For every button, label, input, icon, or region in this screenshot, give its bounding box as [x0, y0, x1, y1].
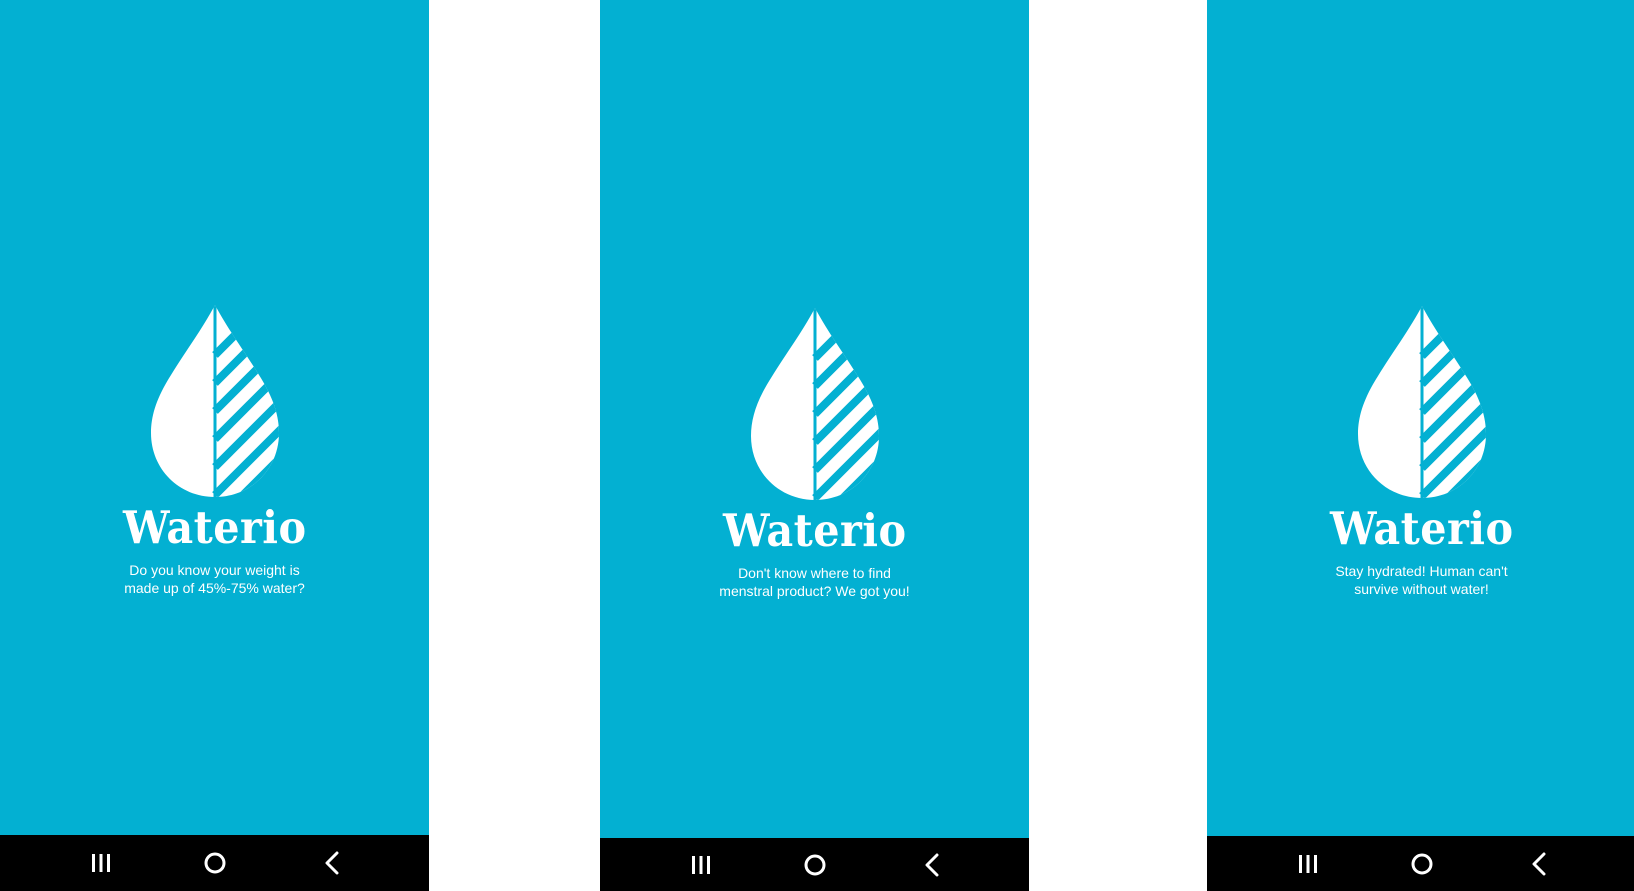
recent-apps-icon — [1297, 853, 1319, 875]
tagline-line-1: Do you know your weight is — [129, 562, 300, 578]
water-drop-icon — [149, 303, 281, 499]
logo-block: Waterio Do you know your weight is made … — [0, 303, 429, 597]
back-icon — [322, 851, 344, 875]
recent-apps-icon — [690, 854, 712, 876]
tagline: Stay hydrated! Human can't survive witho… — [1272, 562, 1572, 598]
tagline-line-2: survive without water! — [1354, 581, 1489, 597]
back-button[interactable] — [1523, 847, 1557, 881]
tagline-line-2: menstral product? We got you! — [719, 583, 910, 599]
back-button[interactable] — [916, 848, 950, 882]
back-icon — [1529, 852, 1551, 876]
home-icon — [1410, 852, 1434, 876]
home-icon — [203, 851, 227, 875]
logo-block: Waterio Don't know where to find menstra… — [600, 306, 1029, 600]
splash-screen-3: Waterio Stay hydrated! Human can't survi… — [1207, 0, 1634, 891]
home-icon — [803, 853, 827, 877]
home-button[interactable] — [1405, 847, 1439, 881]
system-nav-bar — [0, 835, 429, 891]
app-brand-name: Waterio — [722, 504, 907, 557]
app-brand-name: Waterio — [1329, 502, 1514, 555]
tagline: Don't know where to find menstral produc… — [665, 564, 965, 600]
system-nav-bar — [600, 838, 1029, 891]
back-icon — [922, 853, 944, 877]
app-brand-name: Waterio — [122, 501, 307, 554]
recent-apps-icon — [90, 852, 112, 874]
tagline: Do you know your weight is made up of 45… — [65, 561, 365, 597]
splash-screen-1: Waterio Do you know your weight is made … — [0, 0, 429, 891]
recent-apps-button[interactable] — [84, 846, 118, 880]
back-button[interactable] — [316, 846, 350, 880]
system-nav-bar — [1207, 836, 1634, 891]
tagline-line-2: made up of 45%-75% water? — [124, 580, 305, 596]
recent-apps-button[interactable] — [684, 848, 718, 882]
tagline-line-1: Don't know where to find — [738, 565, 891, 581]
home-button[interactable] — [198, 846, 232, 880]
splash-screen-2: Waterio Don't know where to find menstra… — [600, 0, 1029, 891]
tagline-line-1: Stay hydrated! Human can't — [1335, 563, 1508, 579]
home-button[interactable] — [798, 848, 832, 882]
water-drop-icon — [749, 306, 881, 502]
logo-block: Waterio Stay hydrated! Human can't survi… — [1207, 304, 1634, 598]
water-drop-icon — [1356, 304, 1488, 500]
recent-apps-button[interactable] — [1291, 847, 1325, 881]
